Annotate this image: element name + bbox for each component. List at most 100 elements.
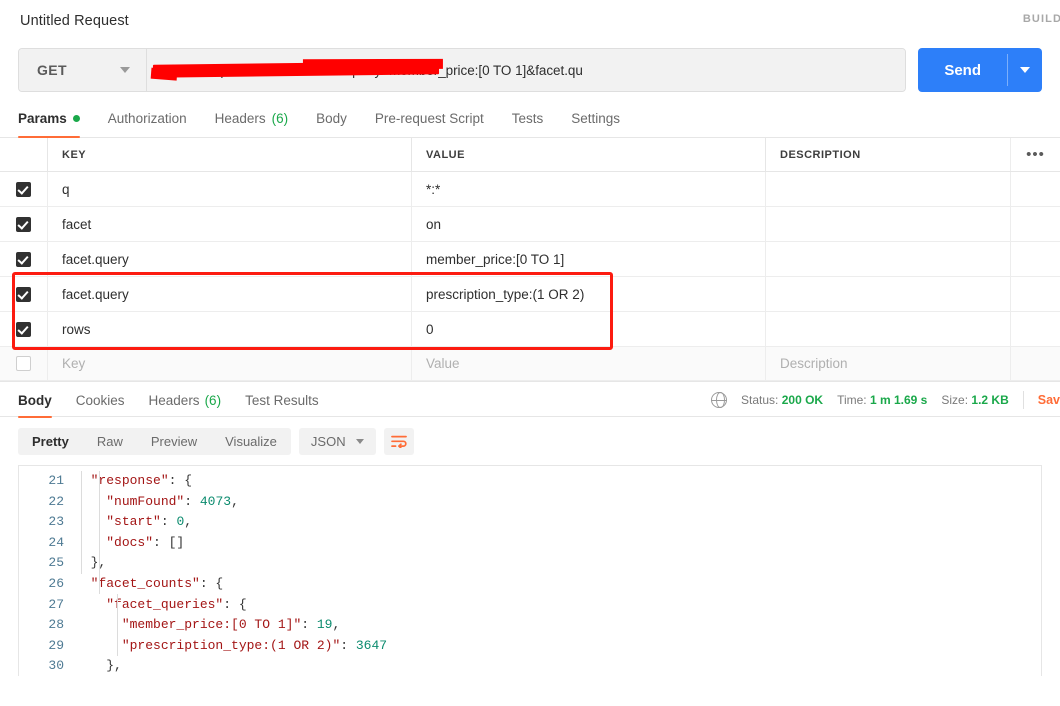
column-header-description: DESCRIPTION	[766, 138, 1010, 171]
tab-settings[interactable]: Settings	[557, 111, 634, 137]
row-enable-checkbox[interactable]	[16, 251, 31, 267]
tab-label: Body	[316, 111, 347, 126]
response-tabs: Body Cookies Headers (6) Test Results	[18, 381, 331, 418]
send-button[interactable]: Send	[918, 48, 1042, 92]
fold-guide	[117, 594, 118, 656]
row-value-cell[interactable]: 0	[412, 312, 766, 346]
select-all-cell	[0, 138, 48, 171]
tab-body[interactable]: Body	[302, 111, 361, 137]
url-combo: GET n/search?q=*:*&facet=on&facet.query=…	[18, 48, 907, 92]
table-row[interactable]: facet.query prescription_type:(1 OR 2)	[0, 277, 1060, 312]
row-enable-checkbox[interactable]	[16, 356, 31, 371]
json-token: :	[160, 514, 177, 530]
row-description-cell[interactable]	[766, 172, 1010, 206]
chevron-down-icon	[120, 67, 130, 73]
tab-tests[interactable]: Tests	[498, 111, 558, 137]
build-label[interactable]: BUILD	[1023, 13, 1060, 25]
save-response-button[interactable]: Sav	[1038, 393, 1060, 407]
response-view-switch: Pretty Raw Preview Visualize	[18, 427, 291, 455]
json-code-area[interactable]: "response": { "numFound": 4073, "start":…	[75, 466, 1041, 676]
row-value-cell[interactable]: *:*	[412, 172, 766, 206]
tab-headers[interactable]: Headers (6)	[201, 111, 303, 137]
table-row[interactable]: facet.query member_price:[0 TO 1]	[0, 242, 1060, 277]
row-enable-checkbox[interactable]	[16, 216, 31, 232]
bulk-edit-button[interactable]: •••	[1010, 138, 1060, 171]
row-value-text: *:*	[426, 181, 441, 197]
column-header-description-label: DESCRIPTION	[780, 148, 861, 161]
http-method-select[interactable]: GET	[19, 49, 147, 91]
column-header-value: VALUE	[412, 138, 766, 171]
response-view-visualize[interactable]: Visualize	[211, 428, 291, 455]
tab-pre-request-script[interactable]: Pre-request Script	[361, 111, 498, 137]
row-value-cell[interactable]: on	[412, 207, 766, 241]
row-value-cell[interactable]: prescription_type:(1 OR 2)	[412, 277, 766, 311]
response-view-pretty[interactable]: Pretty	[18, 428, 83, 455]
chevron-down-icon	[1020, 67, 1030, 73]
response-format-bar: Pretty Raw Preview Visualize JSON	[0, 417, 1060, 465]
table-row[interactable]: rows 0	[0, 312, 1060, 347]
line-number: 24	[48, 534, 64, 550]
tab-authorization[interactable]: Authorization	[94, 111, 201, 137]
row-more-cell	[1010, 172, 1060, 206]
response-view-raw[interactable]: Raw	[83, 428, 137, 455]
row-key-cell[interactable]: facet	[48, 207, 412, 241]
response-tab-cookies[interactable]: Cookies	[64, 381, 137, 417]
response-view-preview[interactable]: Preview	[137, 428, 211, 455]
row-value-cell[interactable]: member_price:[0 TO 1]	[412, 242, 766, 276]
response-tab-test-results[interactable]: Test Results	[233, 381, 331, 417]
row-key-text: facet.query	[62, 286, 129, 302]
row-key-cell[interactable]: rows	[48, 312, 412, 346]
json-token: 3647	[355, 637, 388, 653]
row-description-cell[interactable]	[766, 242, 1010, 276]
new-row-value-input[interactable]: Value	[412, 347, 766, 380]
row-enable-checkbox[interactable]	[16, 321, 31, 337]
json-token: "facet_queries"	[106, 596, 224, 612]
line-number: 27	[48, 596, 64, 612]
row-description-cell[interactable]	[766, 277, 1010, 311]
new-row-key-input[interactable]: Key	[48, 347, 412, 380]
json-token: "prescription_type:(1 OR 2)"	[121, 637, 341, 653]
postman-request-window: Untitled Request BUILD GET n/search?q=*:…	[0, 0, 1060, 706]
params-new-row[interactable]: Key Value Description	[0, 347, 1060, 381]
row-description-cell[interactable]	[766, 207, 1010, 241]
response-tab-label: Headers	[148, 393, 200, 408]
response-tab-headers[interactable]: Headers (6)	[137, 381, 234, 417]
tab-params[interactable]: Params	[18, 111, 94, 138]
new-row-checkbox-cell	[0, 347, 48, 380]
response-meta: Status: 200 OK Time: 1 m 1.69 s Size: 1.…	[711, 382, 1060, 418]
line-number: 28	[48, 617, 64, 633]
row-enable-checkbox[interactable]	[16, 181, 31, 197]
new-row-value-placeholder: Value	[426, 356, 460, 371]
json-token: : {	[168, 473, 193, 488]
response-tab-count: (6)	[204, 393, 222, 408]
row-more-cell	[1010, 312, 1060, 346]
row-more-cell	[1010, 277, 1060, 311]
table-row[interactable]: facet on	[0, 207, 1060, 242]
line-number: 30	[48, 658, 64, 674]
row-key-cell[interactable]: facet.query	[48, 277, 412, 311]
row-description-cell[interactable]	[766, 312, 1010, 346]
json-token: 19	[316, 617, 333, 633]
json-token: "docs"	[106, 534, 154, 550]
row-key-text: rows	[62, 321, 91, 337]
fold-guide	[81, 471, 82, 574]
url-input[interactable]: n/search?q=*:*&facet=on&facet.query=memb…	[147, 49, 906, 91]
row-key-cell[interactable]: q	[48, 172, 412, 206]
json-token: "member_price:[0 TO 1]"	[121, 617, 302, 633]
send-options-button[interactable]	[1008, 48, 1042, 92]
row-key-cell[interactable]: facet.query	[48, 242, 412, 276]
response-body-viewer[interactable]: 21 22 23 24 25 26 27 28 29 30 "response": { "numF…	[18, 465, 1042, 676]
word-wrap-button[interactable]	[383, 427, 414, 455]
row-enable-checkbox[interactable]	[16, 286, 31, 302]
params-table-header: KEY VALUE DESCRIPTION •••	[0, 138, 1060, 172]
new-row-key-placeholder: Key	[62, 356, 86, 371]
content-type-select[interactable]: JSON	[298, 427, 376, 455]
column-header-value-label: VALUE	[426, 148, 465, 161]
response-tab-body[interactable]: Body	[18, 381, 64, 418]
line-number: 22	[48, 493, 64, 509]
new-row-description-input[interactable]: Description	[766, 347, 1010, 380]
table-row[interactable]: q *:*	[0, 172, 1060, 207]
globe-icon	[711, 391, 728, 409]
json-token: ,	[184, 514, 193, 530]
line-number: 25	[48, 555, 64, 571]
